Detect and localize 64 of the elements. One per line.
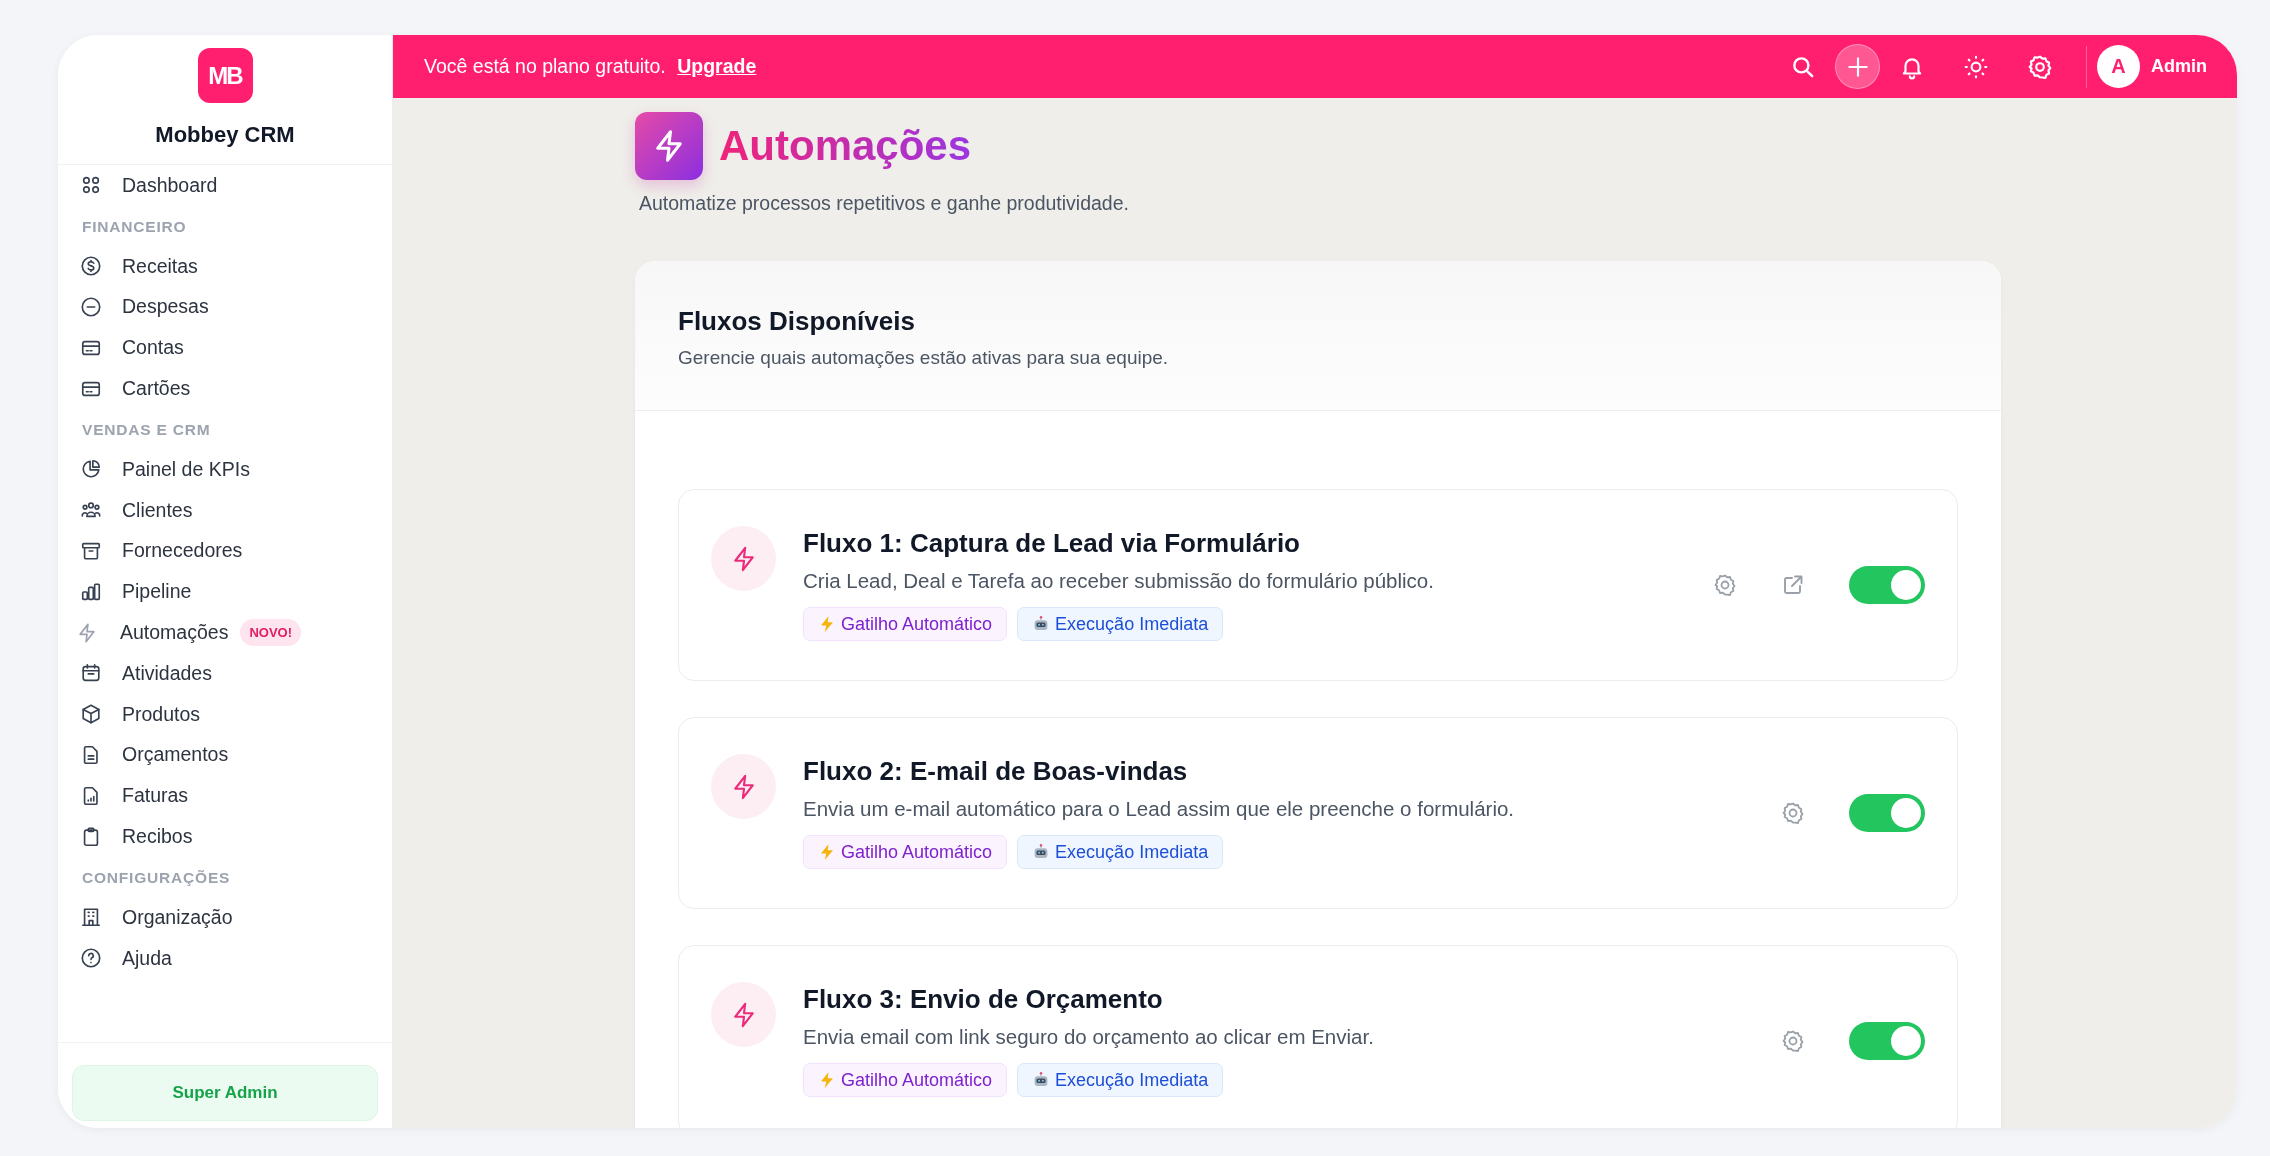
flow-title: Fluxo 1: Captura de Lead via Formulário [803,528,1301,559]
pie-chart-icon [80,458,102,481]
lightning-icon [76,621,98,644]
nav-item[interactable]: Orçamentos [58,734,392,776]
panel-subtitle: Gerencie quais automações estão ativas para sua equipe. [678,347,1170,369]
logo: MB [197,48,253,103]
page-subtitle: Automatize processos repetitivos e ganhe produtividade. [639,192,1130,215]
nav-item[interactable]: Atividades [58,652,392,694]
settings-icon[interactable] [1713,573,1737,597]
flow-description: Cria Lead, Deal e Tarefa ao receber submissão do formulário público. [803,569,1435,593]
help-icon [80,947,102,970]
upgrade-link[interactable]: Upgrade [677,55,757,77]
nav-item[interactable]: Despesas [58,286,392,328]
nav-item[interactable]: Pipeline [58,571,392,613]
toggle-switch[interactable] [1849,566,1925,604]
bar-chart-icon [80,580,102,603]
plan-notice: Você está no plano gratuito. Upgrade [424,55,757,78]
tag: Gatilho Automático [803,835,1008,869]
lightning-icon [818,615,836,633]
avatar[interactable]: A [2097,45,2140,88]
user-name: Admin [2151,56,2207,77]
sun-icon[interactable] [1963,53,1989,80]
building-icon [80,906,102,929]
flow-description: Envia um e-mail automático para o Lead assim que ele preenche o formulário. [803,797,1516,821]
settings-icon[interactable] [1781,801,1805,825]
nav-item[interactable]: Fornecedores [58,530,392,572]
tag: Gatilho Automático [803,1063,1008,1097]
nav-item[interactable]: Automações NOVO! [58,612,392,653]
nav-item[interactable]: Dashboard [58,165,392,206]
settings-icon[interactable] [2027,53,2053,80]
minus-circle-icon [80,296,102,318]
panel-title: Fluxos Disponíveis [678,306,916,337]
nav-item[interactable]: Contas [58,327,392,369]
section-heading: FINANCEIRO [81,217,188,238]
tag: Execução Imediata [1017,1063,1224,1097]
lightning-icon [635,112,703,180]
external-link-icon[interactable] [1781,573,1805,597]
tag: Gatilho Automático [803,607,1008,641]
nav-item[interactable]: Painel de KPIs [58,449,392,490]
lightning-icon [818,843,836,861]
flow-title: Fluxo 3: Envio de Orçamento [803,984,1164,1015]
nav-item[interactable]: Clientes [58,489,392,531]
dollar-icon [80,255,102,278]
brand-name: Mobbey CRM [155,122,295,148]
section-heading: CONFIGURAÇÕES [81,868,232,889]
nav-item[interactable]: Produtos [58,693,392,735]
toggle-switch[interactable] [1849,1022,1925,1060]
new-badge: NOVO! [240,619,302,647]
settings-icon[interactable] [1781,1029,1805,1053]
nav-item[interactable]: Organização [58,896,392,938]
cube-icon [80,703,102,726]
nav-item[interactable]: Receitas [58,245,392,287]
flow-description: Envia email com link seguro do orçamento ao clicar em Enviar. [803,1025,1375,1049]
tag: Execução Imediata [1017,607,1224,641]
nav-item[interactable]: Recibos [58,816,392,857]
nav-item[interactable]: Ajuda [58,937,392,979]
nav-item[interactable]: Faturas [58,775,392,817]
nav-item[interactable]: Cartões [58,368,392,409]
section-heading: VENDAS E CRM [81,420,212,441]
add-button[interactable] [1835,44,1880,89]
toggle-switch[interactable] [1849,794,1925,832]
flow-title: Fluxo 2: E-mail de Boas-vindas [803,756,1189,787]
tag: Execução Imediata [1017,835,1224,869]
lightning-icon [818,1071,836,1089]
